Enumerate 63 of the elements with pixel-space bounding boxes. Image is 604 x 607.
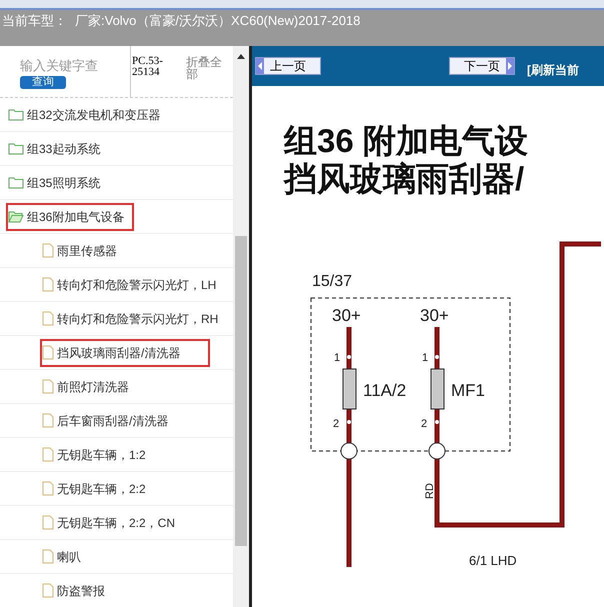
search-field[interactable]: 输入关键字查 [20,56,120,76]
document-icon [42,379,54,394]
document-icon [42,413,54,428]
document-title: 组36 附加电气设 [284,122,529,160]
document-icon [42,311,54,326]
tree-item[interactable]: 防盗警报 [40,576,210,604]
tree-item[interactable]: 无钥匙车辆，2:2 [40,474,210,502]
folder-icon [8,142,24,155]
document-code: PC.53-25134 [130,46,182,97]
pin-number: 2 [421,418,428,430]
document-icon [42,243,54,258]
fuse-label: 11A/2 [363,381,406,400]
document-icon [42,345,54,360]
vehicle-label: 当前车型： [2,12,67,30]
document-icon [42,515,54,530]
pin-dot [347,355,351,359]
document-icon [42,549,54,564]
scrollbar-thumb[interactable] [235,236,247,546]
vehicle-name: 厂家:Volvo（富豪/沃尔沃）XC60(New)2017-2018 [75,12,360,30]
tree-item[interactable]: 后车窗雨刮器/清洗器 [40,406,210,434]
wire-color-label: RD [424,483,436,499]
folder-icon [8,176,24,189]
connector-label: 15/37 [312,273,352,290]
collapse-all-link[interactable]: 折叠全部 [186,46,226,97]
scroll-up-icon[interactable] [237,54,245,59]
connector-circle [428,442,446,460]
tree-item[interactable]: 组33起动系统 [6,134,110,162]
tree-item[interactable]: 转向灯和危险警示闪光灯，LH [40,270,226,298]
tree-item[interactable]: 组32交流发电机和变压器 [6,100,170,128]
terminal-label: 30+ [332,306,361,325]
next-page-button[interactable]: 下一页 [449,57,515,75]
tree-item[interactable]: 喇叭 [40,542,210,570]
document-icon [42,447,54,462]
refresh-page-link[interactable]: [刷新当前 [527,61,579,79]
tree-item[interactable]: 组36附加电气设备 [6,202,134,230]
tree-item[interactable]: 挡风玻璃雨刮器/清洗器 [40,338,210,366]
document-icon [42,583,54,598]
scrollbar[interactable] [233,46,249,607]
pin-dot [435,420,439,424]
tree-item[interactable]: 前照灯清洗器 [40,372,210,400]
pin-number: 1 [422,352,428,364]
document-title: 挡风玻璃雨刮器/ [284,160,526,198]
tree-item[interactable]: 组35照明系统 [6,168,110,196]
document-icon [42,277,54,292]
pin-number: 2 [333,418,340,430]
document-icon [42,481,54,496]
open-folder-icon [8,210,24,223]
terminal-label: 30+ [420,306,449,325]
tree-item[interactable]: 转向灯和危险警示闪光灯，RH [40,304,228,332]
search-button[interactable]: 查询 [20,76,66,88]
fuse-symbol [430,368,444,410]
pin-dot [435,355,439,359]
previous-page-button[interactable]: 上一页 [255,57,321,75]
tree-item[interactable]: 无钥匙车辆，1:2 [40,440,210,468]
fuse-symbol [342,368,356,410]
circuit-label: 6/1 LHD [469,553,517,567]
pin-dot [347,420,351,424]
connector-circle [340,442,358,460]
fuse-label: MF1 [451,381,485,400]
pin-number: 1 [334,352,340,364]
folder-icon [8,108,24,121]
tree-item[interactable]: 无钥匙车辆，2:2，CN [40,508,210,536]
tree-item[interactable]: 雨里传感器 [40,236,210,264]
